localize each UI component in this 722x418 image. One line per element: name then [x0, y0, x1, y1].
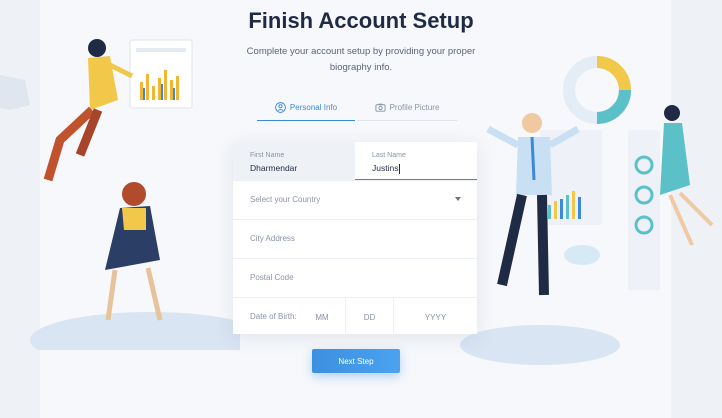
last-name-value: Justins — [372, 163, 399, 173]
city-address-placeholder: City Address — [250, 234, 295, 243]
camera-icon — [375, 103, 386, 112]
postal-code-placeholder: Postal Code — [250, 273, 294, 282]
page-title: Finish Account Setup — [248, 8, 474, 33]
next-step-button[interactable]: Next Step — [312, 349, 400, 373]
country-select[interactable]: Select your Country — [233, 180, 477, 218]
chevron-down-icon — [455, 197, 461, 201]
city-address-field[interactable]: City Address — [233, 219, 477, 257]
date-of-birth-row: Date of Birth: MM DD YYYY — [233, 297, 477, 336]
right-illustration — [460, 56, 714, 365]
left-illustration — [0, 39, 240, 350]
dob-day-placeholder: DD — [363, 312, 376, 322]
dob-year-placeholder: YYYY — [424, 312, 447, 322]
date-of-birth-label: Date of Birth: — [250, 312, 297, 321]
tab-personal-info-label: Personal Info — [289, 103, 338, 112]
tab-profile-picture-label: Profile Picture — [389, 103, 440, 112]
dob-year-field[interactable]: YYYY — [393, 298, 477, 336]
tab-bar: Personal Info Profile Picture — [257, 95, 457, 121]
account-form: First Name Dharmendar Last Name Justins … — [233, 142, 477, 336]
last-name-value-wrap: Justins — [372, 163, 401, 174]
tab-profile-picture[interactable]: Profile Picture — [357, 95, 457, 121]
text-cursor — [399, 163, 401, 174]
postal-code-field[interactable]: Postal Code — [233, 258, 477, 296]
page-subtitle: Complete your account setup by providing… — [246, 46, 476, 73]
tab-personal-info[interactable]: Personal Info — [257, 95, 355, 121]
dob-month-field[interactable]: MM — [299, 298, 345, 336]
dob-day-field[interactable]: DD — [345, 298, 393, 336]
first-name-value: Dharmendar — [250, 163, 298, 173]
person-icon — [275, 102, 286, 113]
first-name-field[interactable]: First Name Dharmendar — [233, 142, 355, 180]
last-name-field[interactable]: Last Name Justins — [355, 142, 477, 180]
country-placeholder: Select your Country — [250, 195, 321, 204]
first-name-label: First Name — [250, 152, 285, 159]
dob-month-placeholder: MM — [315, 312, 329, 322]
last-name-label: Last Name — [372, 152, 406, 159]
